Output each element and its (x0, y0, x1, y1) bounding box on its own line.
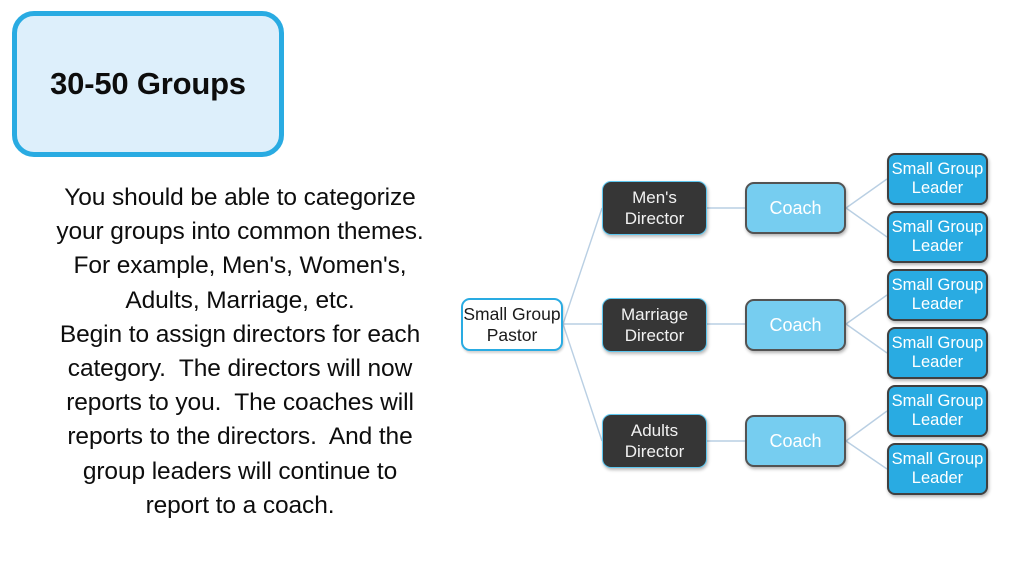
slide-canvas: 30-50 Groups You should be able to categ… (0, 0, 1024, 577)
node-label: Small Group Leader (892, 392, 984, 431)
connector-coach2-to-leader3 (845, 294, 888, 325)
node-label-line2: Leader (911, 295, 964, 313)
node-label: Coach (769, 314, 822, 335)
node-label: Adults Director (625, 420, 685, 462)
connector-pastor-to-adults (562, 323, 603, 442)
connector-coach1-to-leader1 (845, 178, 888, 209)
node-label-line1: Small Group (891, 449, 984, 468)
node-label: Men's Director (625, 187, 685, 229)
node-label: Small Group Leader (892, 450, 984, 489)
node-label-line1: Small Group (891, 333, 984, 352)
node-label: Small Group Leader (892, 276, 984, 315)
connector-coach2-to-leader4 (845, 323, 888, 354)
connector-coach1-to-leader2 (845, 207, 888, 238)
node-label-line1: Marriage (620, 305, 689, 324)
node-label: Coach (769, 197, 822, 218)
node-small-group-leader[interactable]: Small Group Leader (887, 269, 988, 321)
node-marriage-director[interactable]: Marriage Director (602, 298, 707, 352)
node-label-line2: Director (624, 326, 685, 345)
node-label-line1: Adults (630, 421, 679, 440)
node-label-line2: Leader (911, 469, 964, 487)
node-label: Marriage Director (621, 304, 688, 346)
node-label-line2: Leader (911, 179, 964, 197)
node-coach-mens[interactable]: Coach (745, 182, 846, 234)
node-label-line2: Leader (911, 237, 964, 255)
node-small-group-leader[interactable]: Small Group Leader (887, 153, 988, 205)
org-chart-connectors (562, 178, 888, 470)
node-label: Small Group Leader (892, 160, 984, 199)
node-label: Small Group Pastor (463, 304, 560, 346)
node-label-line2: Leader (911, 411, 964, 429)
node-label-line1: Men's (632, 188, 677, 207)
org-chart-diagram: Small Group Pastor Men's Director Coach … (0, 0, 1024, 577)
connector-pastor-to-men (562, 207, 603, 325)
node-small-group-pastor[interactable]: Small Group Pastor (461, 298, 563, 351)
node-label-line2: Director (624, 442, 685, 461)
node-label: Coach (769, 430, 822, 451)
node-label-line2: Pastor (486, 324, 538, 345)
node-label: Small Group Leader (892, 334, 984, 373)
node-label-line1: Small Group (891, 159, 984, 178)
node-label-line2: Leader (911, 353, 964, 371)
node-label-line2: Director (624, 209, 685, 228)
connector-coach3-to-leader5 (845, 410, 888, 442)
node-mens-director[interactable]: Men's Director (602, 181, 707, 235)
node-small-group-leader[interactable]: Small Group Leader (887, 211, 988, 263)
node-coach-marriage[interactable]: Coach (745, 299, 846, 351)
node-label: Small Group Leader (892, 218, 984, 257)
node-adults-director[interactable]: Adults Director (602, 414, 707, 468)
node-label-line1: Small Group (891, 217, 984, 236)
node-small-group-leader[interactable]: Small Group Leader (887, 443, 988, 495)
node-small-group-leader[interactable]: Small Group Leader (887, 327, 988, 379)
node-coach-adults[interactable]: Coach (745, 415, 846, 467)
connector-coach3-to-leader6 (845, 440, 888, 470)
node-small-group-leader[interactable]: Small Group Leader (887, 385, 988, 437)
node-label-line1: Small Group (463, 303, 561, 324)
node-label-line1: Small Group (891, 391, 984, 410)
node-label-line1: Small Group (891, 275, 984, 294)
